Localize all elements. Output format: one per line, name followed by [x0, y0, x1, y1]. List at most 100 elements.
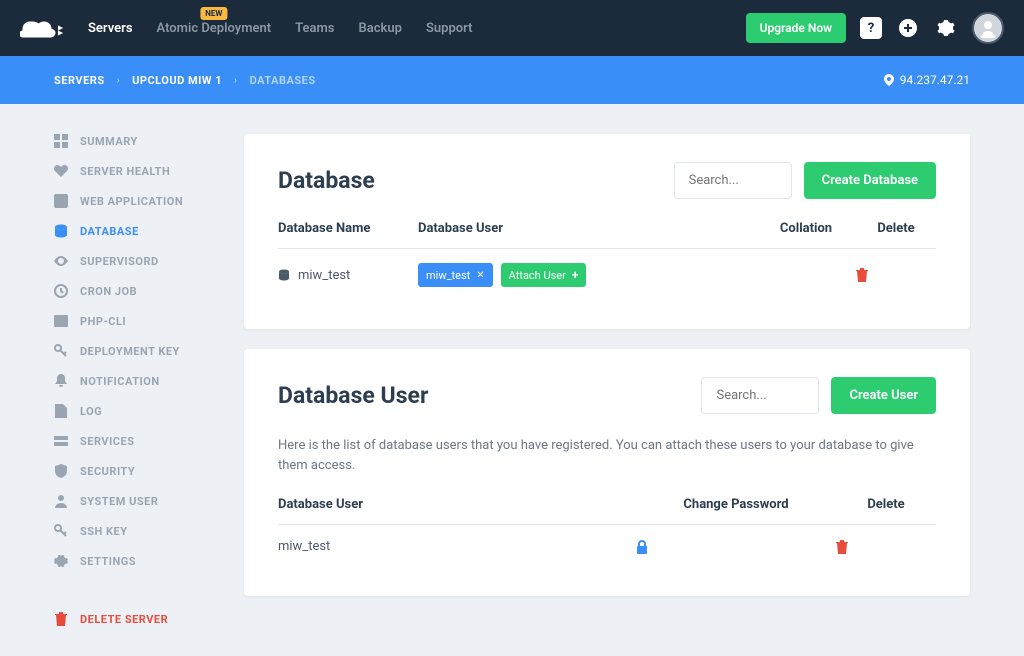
database-table: Database Name Database User Collation De… [278, 221, 936, 301]
table-row: miw_test miw_test✕ Attach User+ [278, 249, 936, 301]
delete-cell [856, 268, 936, 282]
db-user-cell: miw_test✕ Attach User+ [418, 263, 756, 287]
database-user-title: Database User [278, 382, 428, 409]
top-nav: Servers NEW Atomic Deployment Teams Back… [88, 21, 472, 36]
attach-user-button[interactable]: Attach User+ [501, 263, 587, 287]
col-delete: Delete [856, 221, 936, 236]
breadcrumb-current: DATABASES [250, 74, 316, 87]
nav-support[interactable]: Support [426, 21, 473, 36]
table-row: miw_test [278, 525, 936, 568]
nav-atomic-deployment[interactable]: NEW Atomic Deployment [157, 21, 272, 36]
sidebar-notification[interactable]: NOTIFICATION [54, 374, 214, 388]
sidebar-label: DELETE SERVER [80, 613, 168, 626]
sidebar-delete-server[interactable]: DELETE SERVER [54, 612, 214, 626]
sidebar-server-health[interactable]: SERVER HEALTH [54, 164, 214, 178]
key-icon [54, 344, 68, 358]
user-search-input[interactable] [701, 377, 819, 414]
topbar-right: Upgrade Now ? [746, 12, 1004, 44]
trash-icon [54, 612, 68, 626]
nav-label: Atomic Deployment [157, 21, 272, 36]
sidebar-label: SERVER HEALTH [80, 165, 170, 178]
sidebar-deployment-key[interactable]: DEPLOYMENT KEY [54, 344, 214, 358]
new-badge: NEW [200, 7, 227, 20]
col-collation: Collation [756, 221, 856, 236]
user-tag[interactable]: miw_test✕ [418, 263, 493, 287]
gear-icon [937, 19, 955, 37]
sidebar-label: SUMMARY [80, 135, 138, 148]
gear-icon [54, 554, 68, 568]
database-title: Database [278, 167, 375, 194]
logo[interactable] [20, 18, 64, 38]
col-delete: Delete [836, 497, 936, 512]
server-ip: 94.237.47.21 [884, 73, 970, 87]
shield-icon [54, 464, 68, 478]
sidebar-supervisord[interactable]: SUPERVISORD [54, 254, 214, 268]
table-header: Database User Change Password Delete [278, 497, 936, 525]
change-password-cell [636, 540, 836, 554]
user-table: Database User Change Password Delete miw… [278, 497, 936, 568]
heart-icon [54, 164, 68, 178]
nav-teams[interactable]: Teams [295, 21, 334, 36]
eye-icon [54, 254, 68, 268]
plus-circle-icon [898, 18, 918, 38]
add-button[interactable] [896, 16, 920, 40]
nav-backup[interactable]: Backup [358, 21, 401, 36]
topbar: Servers NEW Atomic Deployment Teams Back… [0, 0, 1024, 56]
clock-icon [54, 284, 68, 298]
sidebar-summary[interactable]: SUMMARY [54, 134, 214, 148]
trash-icon [856, 268, 868, 282]
sidebar-cron-job[interactable]: CRON JOB [54, 284, 214, 298]
tag-label: Attach User [509, 269, 566, 282]
database-search-input[interactable] [674, 162, 792, 199]
sidebar-php-cli[interactable]: PHP-CLI [54, 314, 214, 328]
database-icon [278, 269, 290, 281]
upgrade-button[interactable]: Upgrade Now [746, 13, 846, 43]
breadcrumb-server-name[interactable]: UPCLOUD MIW 1 [132, 74, 222, 87]
create-user-button[interactable]: Create User [831, 377, 936, 414]
cloud-logo-icon [20, 18, 64, 38]
card-header: Database User Create User [278, 377, 936, 414]
settings-button[interactable] [934, 16, 958, 40]
nav-servers[interactable]: Servers [88, 21, 133, 36]
col-change-password: Change Password [636, 497, 836, 512]
delete-database-button[interactable] [856, 268, 936, 282]
sidebar-services[interactable]: SERVICES [54, 434, 214, 448]
sidebar-label: CRON JOB [80, 285, 137, 298]
create-database-button[interactable]: Create Database [804, 162, 936, 199]
sidebar-label: NOTIFICATION [80, 375, 160, 388]
user-avatar[interactable] [972, 12, 1004, 44]
terminal-icon [54, 314, 68, 328]
delete-user-button[interactable] [836, 540, 936, 554]
breadcrumb-servers[interactable]: SERVERS [54, 74, 105, 87]
sidebar-settings[interactable]: SETTINGS [54, 554, 214, 568]
db-name-cell: miw_test [278, 268, 418, 283]
tag-label: miw_test [426, 269, 470, 282]
card-actions: Create Database [674, 162, 936, 199]
help-button[interactable]: ? [860, 17, 882, 39]
chevron-right-icon: › [234, 75, 238, 86]
chevron-right-icon: › [117, 75, 121, 86]
sidebar-label: SERVICES [80, 435, 134, 448]
sidebar-label: SSH KEY [80, 525, 128, 538]
sidebar-log[interactable]: LOG [54, 404, 214, 418]
sidebar-label: SETTINGS [80, 555, 136, 568]
trash-icon [836, 540, 848, 554]
delete-cell [836, 540, 936, 554]
services-icon [54, 434, 68, 448]
database-card: Database Create Database Database Name D… [244, 134, 970, 329]
topbar-left: Servers NEW Atomic Deployment Teams Back… [20, 18, 472, 38]
breadcrumb-bar: SERVERS › UPCLOUD MIW 1 › DATABASES 94.2… [0, 56, 1024, 104]
sidebar-database[interactable]: DATABASE [54, 224, 214, 238]
db-name: miw_test [298, 268, 350, 283]
sidebar-label: DATABASE [80, 225, 139, 238]
app-icon [54, 194, 68, 208]
sidebar-ssh-key[interactable]: SSH KEY [54, 524, 214, 538]
change-password-button[interactable] [636, 540, 836, 554]
card-header: Database Create Database [278, 162, 936, 199]
sidebar-web-application[interactable]: WEB APPLICATION [54, 194, 214, 208]
sidebar: SUMMARY SERVER HEALTH WEB APPLICATION DA… [54, 134, 214, 626]
sidebar-system-user[interactable]: SYSTEM USER [54, 494, 214, 508]
sidebar-security[interactable]: SECURITY [54, 464, 214, 478]
user-icon [978, 18, 998, 38]
sidebar-label: SUPERVISORD [80, 255, 159, 268]
